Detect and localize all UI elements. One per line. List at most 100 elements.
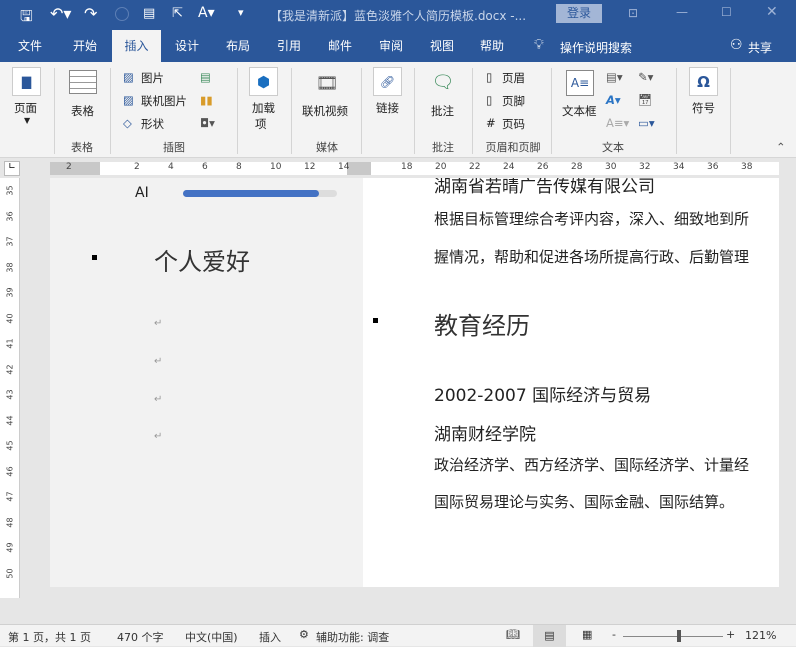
tab-design[interactable]: 设计 <box>165 30 209 62</box>
table-button[interactable]: 表格 <box>71 103 94 119</box>
online-video-button[interactable]: 联机视频 <box>302 103 348 119</box>
zoom-level[interactable]: 121% <box>745 629 776 642</box>
tab-review[interactable]: 审阅 <box>369 30 413 62</box>
close-button[interactable]: ✕ <box>766 4 778 20</box>
online-picture-button[interactable]: 联机图片 <box>141 93 187 109</box>
tab-home[interactable]: 开始 <box>63 30 107 62</box>
ruler-tick-label: 49 <box>5 542 15 553</box>
skill-bar-fill <box>183 190 319 197</box>
ruler-tick-label: 47 <box>5 491 15 502</box>
online-picture-icon: ▨ <box>123 93 134 107</box>
signature-line-icon[interactable]: ✎▾ <box>638 70 653 84</box>
zoom-out-button[interactable]: - <box>612 628 616 641</box>
minimize-button[interactable]: — <box>676 5 688 19</box>
comment-icon: 🗨︎ <box>431 71 455 93</box>
company-name: 湖南省若晴广告传媒有限公司 <box>434 178 655 197</box>
header-button[interactable]: 页眉 <box>502 70 525 86</box>
font-size-icon[interactable]: A▾ <box>198 5 215 21</box>
courses-line: 国际贸易理论与实务、国际金融、国际结算。 <box>434 493 735 511</box>
language[interactable]: 中文(中国) <box>185 629 238 645</box>
ruler-tick-label: 50 <box>5 567 15 579</box>
save-icon[interactable]: 🖫 <box>20 6 33 31</box>
education-period: 2002-2007 国际经济与贸易 <box>434 386 652 406</box>
collapse-ribbon-icon[interactable]: ⌃ <box>776 140 786 154</box>
symbol-button[interactable]: 符号 <box>692 100 715 116</box>
print-layout-icon[interactable]: ▤ <box>533 625 566 647</box>
maximize-button[interactable]: ☐ <box>721 5 732 19</box>
ribbon-tabs: 文件 开始 插入 设计 布局 引用 邮件 审阅 视图 帮助 💡︎ 操作说明搜索 … <box>0 30 796 62</box>
group-label-table: 表格 <box>71 141 93 154</box>
zoom-slider-thumb[interactable] <box>677 630 682 642</box>
circle-icon[interactable] <box>115 7 129 21</box>
undo-icon[interactable]: ↶▾ <box>50 4 71 23</box>
drop-cap-icon[interactable]: A≡▾ <box>606 116 629 130</box>
pointer-icon[interactable]: ⇱ <box>172 6 183 21</box>
ruler-tick-label: 45 <box>5 440 15 451</box>
group-label-media: 媒体 <box>316 141 338 154</box>
tab-layout[interactable]: 布局 <box>216 30 260 62</box>
pages-button[interactable]: 页面 <box>14 100 37 116</box>
quick-parts-icon[interactable]: ▤▾ <box>606 70 623 84</box>
tab-file[interactable]: 文件 <box>8 30 52 62</box>
ruler-tick-label: 38 <box>741 162 753 172</box>
link-button[interactable]: 链接 <box>376 100 399 116</box>
footer-button[interactable]: 页脚 <box>502 93 525 109</box>
vertical-ruler[interactable]: 35 36 37 38 39 40 41 42 43 44 45 46 47 48 49 50 <box>0 178 20 598</box>
chart-icon[interactable]: ▮▮ <box>200 93 213 107</box>
tab-insert[interactable]: 插入 <box>112 30 161 62</box>
ruler-tick-label: 2 <box>66 162 72 172</box>
touch-mode-icon[interactable]: ▤ <box>143 6 155 21</box>
picture-button[interactable]: 图片 <box>141 70 164 86</box>
screenshot-icon[interactable]: ◘▾ <box>200 116 215 130</box>
ribbon-display-icon[interactable]: ⊡ <box>628 6 638 20</box>
vertical-scrollbar[interactable] <box>779 178 796 620</box>
ruler-tick-label: 48 <box>5 516 15 528</box>
ruler-tick-label: 28 <box>571 162 583 172</box>
ruler-tick-label: 36 <box>5 210 15 222</box>
tab-selector-icon[interactable]: ∟ <box>4 161 20 176</box>
tab-view[interactable]: 视图 <box>420 30 464 62</box>
date-time-icon[interactable]: 📅︎ <box>638 93 653 107</box>
addins-button-line2[interactable]: 项 <box>255 116 267 132</box>
tab-help[interactable]: 帮助 <box>470 30 514 62</box>
login-button[interactable]: 登录 <box>556 4 602 23</box>
ruler-tick-label: 12 <box>304 162 316 172</box>
ruler-tick-label: 20 <box>435 162 447 172</box>
zoom-slider[interactable] <box>623 636 723 637</box>
read-mode-icon[interactable]: 📖︎ <box>506 628 520 641</box>
bullet <box>92 255 97 260</box>
customize-qat-icon[interactable]: ▾ <box>238 6 244 19</box>
object-icon[interactable]: ▭▾ <box>638 116 655 130</box>
accessibility-status[interactable]: 辅助功能: 调查 <box>316 629 389 645</box>
addins-button[interactable]: 加载 <box>252 100 275 116</box>
redo-icon[interactable]: ↷ <box>84 4 97 23</box>
insert-mode[interactable]: 插入 <box>259 629 281 645</box>
group-label-header-footer: 页眉和页脚 <box>485 141 541 154</box>
horizontal-ruler[interactable]: ∟ 2 2 4 6 8 10 12 14 18 20 22 24 26 28 30 32 34 36 38 <box>0 158 796 178</box>
ruler-tick-label: 8 <box>236 162 242 172</box>
document-title: 【我是清新派】蓝色淡雅个人简历模板.docx -... <box>270 9 527 23</box>
share-button[interactable]: 共享 <box>748 39 772 56</box>
word-count[interactable]: 470 个字 <box>117 629 164 645</box>
smartart-icon[interactable]: ▤ <box>200 70 211 84</box>
ruler-tick-label: 30 <box>605 162 617 172</box>
ruler-tick-label: 6 <box>202 162 208 172</box>
wordart-icon[interactable]: A▾ <box>606 93 621 107</box>
page-number-icon: # <box>486 116 496 130</box>
page-number-button[interactable]: 页码 <box>502 116 525 132</box>
textbox-button[interactable]: 文本框 <box>562 103 597 119</box>
tell-me-search[interactable]: 操作说明搜索 <box>560 39 632 56</box>
ruler-tick-label: 18 <box>401 162 413 172</box>
job-description-line: 握情况，帮助和促进各场所提高行政、后勤管理 <box>434 248 750 266</box>
left-column: AI 个人爱好 ↵ ↵ ↵ ↵ <box>50 178 363 587</box>
shapes-button[interactable]: 形状 <box>141 116 164 132</box>
tab-mailings[interactable]: 邮件 <box>318 30 362 62</box>
tab-references[interactable]: 引用 <box>267 30 311 62</box>
comment-button[interactable]: 批注 <box>431 103 454 119</box>
zoom-in-button[interactable]: + <box>726 628 735 641</box>
web-layout-icon[interactable]: ▦ <box>582 628 592 641</box>
ruler-tick-label: 2 <box>134 162 140 172</box>
addins-icon: ⬢ <box>249 67 278 96</box>
page-count[interactable]: 第 1 页，共 1 页 <box>8 629 91 645</box>
skill-label: AI <box>135 185 149 201</box>
